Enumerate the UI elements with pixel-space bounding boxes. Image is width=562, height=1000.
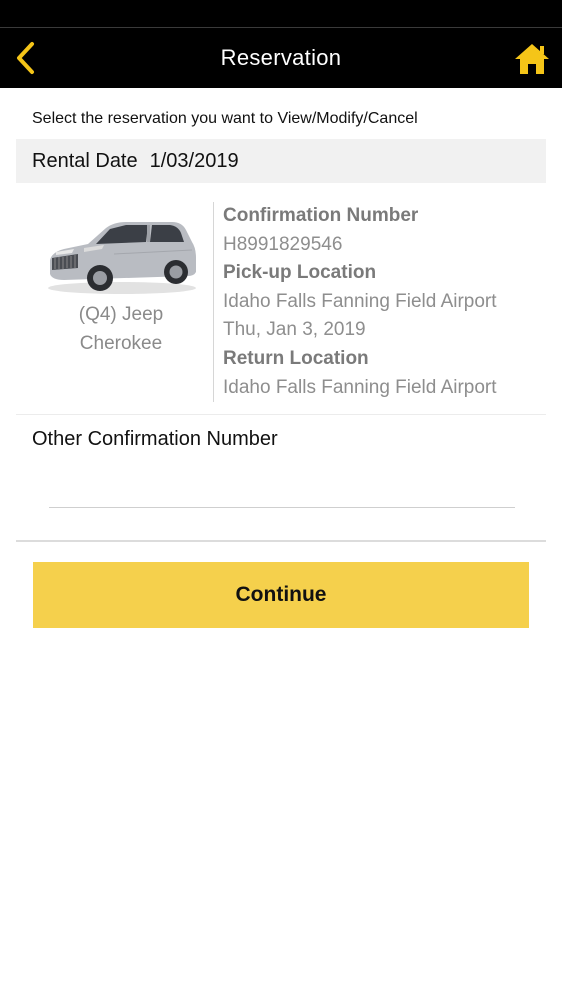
section-divider [16,540,546,542]
navigation-bar: Reservation [0,28,562,88]
confirmation-number-label: Confirmation Number [223,205,419,226]
return-location-label: Return Location [223,347,369,369]
rental-date-header: Rental Date 1/03/2019 [16,139,546,183]
confirmation-number-value: H8991829546 [223,233,343,255]
continue-button[interactable]: Continue [33,562,529,628]
card-bottom-divider [16,414,546,415]
pickup-location-label: Pick-up Location [223,262,377,284]
card-divider [213,202,214,402]
status-bar [0,0,562,28]
reservation-card[interactable]: (Q4) Jeep Cherokee Confirmation Number H… [16,196,546,414]
other-confirmation-input[interactable] [49,466,515,508]
reservation-details: Confirmation Number H8991829546 Pick-up … [223,202,543,402]
car-name: (Q4) Jeep Cherokee [78,304,164,354]
page-title: Reservation [220,45,342,70]
pickup-location-value: Idaho Falls Fanning Field Airport [223,290,497,312]
home-button[interactable] [512,40,552,78]
other-confirmation-label: Other Confirmation Number [32,428,278,450]
rental-date-value: 1/03/2019 [149,149,239,172]
jeep-cherokee-car-image [48,222,196,294]
rental-date-label: Rental Date [32,149,138,172]
instruction-text: Select the reservation you want to View/… [32,110,418,127]
home-icon [515,44,549,74]
pickup-date-value: Thu, Jan 3, 2019 [223,319,366,341]
return-location-value: Idaho Falls Fanning Field Airport [223,376,497,398]
